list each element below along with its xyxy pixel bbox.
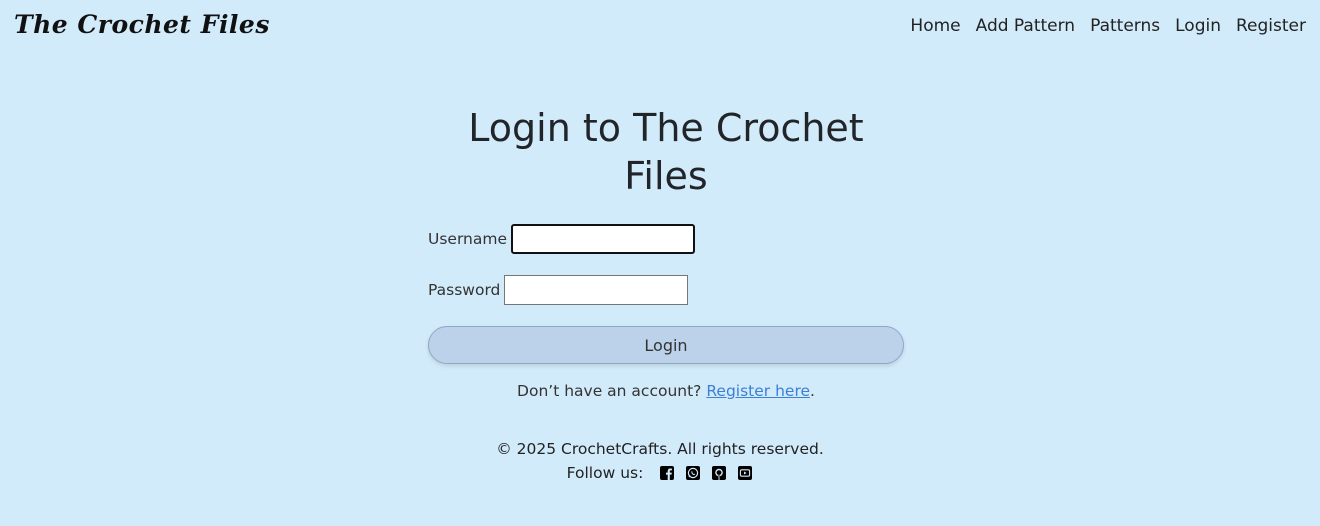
follow-label: Follow us: (566, 464, 644, 482)
facebook-icon[interactable] (659, 465, 675, 481)
username-row: Username (428, 224, 904, 254)
password-label: Password (428, 281, 501, 299)
nav-link-home[interactable]: Home (910, 16, 960, 36)
footer: © 2025 CrochetCrafts. All rights reserve… (0, 438, 1320, 484)
github-icon[interactable] (711, 465, 727, 481)
password-row: Password (428, 275, 904, 305)
brand-logo[interactable]: The Crochet Files (14, 10, 270, 39)
nav-link-login[interactable]: Login (1175, 16, 1221, 36)
login-button[interactable]: Login (428, 326, 904, 364)
page-title: Login to The Crochet Files (468, 106, 864, 198)
username-input[interactable] (511, 224, 696, 254)
register-suffix: . (810, 382, 815, 400)
follow-us: Follow us: (0, 462, 1320, 484)
login-form: Login to The Crochet Files Username Pass… (428, 104, 904, 400)
nav-link-add-pattern[interactable]: Add Pattern (976, 16, 1075, 36)
youtube-icon[interactable] (737, 465, 753, 481)
register-link[interactable]: Register here (706, 382, 810, 400)
nav-link-register[interactable]: Register (1236, 16, 1306, 36)
nav-link-patterns[interactable]: Patterns (1090, 16, 1160, 36)
nav-links: Home Add Pattern Patterns Login Register (895, 16, 1306, 36)
register-prompt-line: Don’t have an account? Register here. (428, 382, 904, 400)
copyright-text: © 2025 CrochetCrafts. All rights reserve… (496, 440, 824, 458)
username-label: Username (428, 230, 508, 248)
navbar: The Crochet Files Home Add Pattern Patte… (0, 0, 1320, 56)
password-input[interactable] (504, 275, 689, 305)
whatsapp-icon[interactable] (685, 465, 701, 481)
register-prompt-text: Don’t have an account? (517, 382, 702, 400)
